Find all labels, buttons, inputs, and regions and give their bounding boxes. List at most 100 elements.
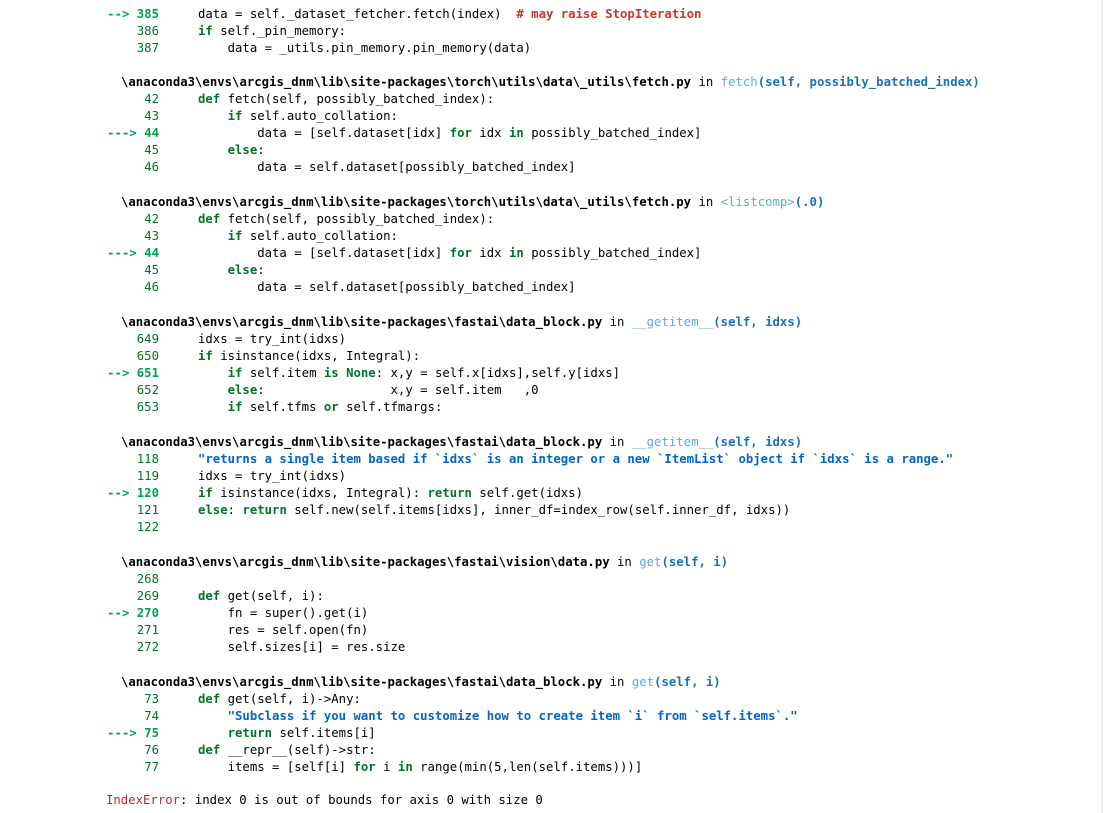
code-token: self.tfms xyxy=(249,400,324,414)
gutter: 271 xyxy=(0,622,159,639)
code-line: ---> 75 return self.items[i] xyxy=(0,725,1100,742)
code-token: def xyxy=(198,92,228,106)
line-number: 43 xyxy=(144,109,159,123)
code-token: if xyxy=(198,486,221,500)
code-token: fetch(self, possibly_batched_index): xyxy=(227,92,495,106)
code-token: "Subclass if you want to customize how t… xyxy=(227,709,798,723)
code-line: 271 res = self.open(fn) xyxy=(0,622,1100,639)
code-line: --> 120 if isinstance(idxs, Integral): re… xyxy=(0,485,1100,502)
line-number: 272 xyxy=(136,640,159,654)
gutter: 76 xyxy=(0,742,159,759)
line-number: 269 xyxy=(136,589,159,603)
code-token: else xyxy=(227,143,258,157)
gutter: 649 xyxy=(0,331,159,348)
gutter: 42 xyxy=(0,91,159,108)
code-token: else xyxy=(227,263,258,277)
code-token: return xyxy=(242,503,295,517)
code-token: else xyxy=(198,503,228,517)
code-token: __repr__(self)->str: xyxy=(227,743,376,757)
code-token: self._pin_memory: xyxy=(220,24,347,38)
code-text: if isinstance(idxs, Integral): xyxy=(198,348,420,365)
code-line: 74 "Subclass if you want to customize ho… xyxy=(0,708,1100,725)
code-token: return xyxy=(427,486,480,500)
gutter: ---> 44 xyxy=(0,125,159,142)
code-line: 43 if self.auto_collation: xyxy=(0,228,1100,245)
line-number: 120 xyxy=(136,486,159,500)
line-number: 77 xyxy=(144,760,159,774)
code-text: data = self.dataset[possibly_batched_ind… xyxy=(198,159,575,176)
line-number: 268 xyxy=(136,572,159,586)
frame-header: \anaconda3\envs\arcgis_dnm\lib\site-pack… xyxy=(121,74,980,91)
code-text: else: return self.new(self.items[idxs], … xyxy=(198,502,790,519)
line-number: 653 xyxy=(136,400,159,414)
code-token: : x,y = self.x[idxs],self.y[idxs] xyxy=(375,366,621,380)
code-token: idxs = try_int(idxs) xyxy=(198,469,347,483)
line-number: 387 xyxy=(136,41,159,55)
line-number: 74 xyxy=(144,709,159,723)
code-token: self.new(self.items[idxs], inner_df=inde… xyxy=(294,503,791,517)
gutter: 74 xyxy=(0,708,159,725)
code-line: 46 data = self.dataset[possibly_batched_… xyxy=(0,279,1100,296)
frame-function-name: __getitem__ xyxy=(631,435,714,449)
code-line: 650 if isinstance(idxs, Integral): xyxy=(0,348,1100,365)
code-text: data = self._dataset_fetcher.fetch(index… xyxy=(198,6,701,23)
line-number: 44 xyxy=(144,126,159,140)
frame-function-name: __getitem__ xyxy=(631,315,714,329)
frame-path: \anaconda3\envs\arcgis_dnm\lib\site-pack… xyxy=(121,555,610,569)
code-text: idxs = try_int(idxs) xyxy=(198,468,346,485)
code-token: isinstance(idxs, Integral): xyxy=(220,486,428,500)
line-number: 649 xyxy=(136,332,159,346)
code-line: 652 else: x,y = self.item ,0 xyxy=(0,382,1100,399)
frame-header: \anaconda3\envs\arcgis_dnm\lib\site-pack… xyxy=(121,554,728,571)
code-line: ---> 44 data = [self.dataset[idx] for id… xyxy=(0,245,1100,262)
code-token: for xyxy=(353,760,384,774)
current-line-arrow: ---> xyxy=(107,246,145,260)
code-token: if xyxy=(198,24,221,38)
code-text: if isinstance(idxs, Integral): return se… xyxy=(198,485,583,502)
code-token: data = [self.dataset[idx] xyxy=(198,246,450,260)
code-text: items = [self[i] for i in range(min(5,le… xyxy=(198,759,643,776)
code-text: data = self.dataset[possibly_batched_ind… xyxy=(198,279,575,296)
error-message: : index 0 is out of bounds for axis 0 wi… xyxy=(180,793,543,807)
code-token: self.items[i] xyxy=(279,726,376,740)
current-line-arrow: ---> xyxy=(107,126,145,140)
gutter: 73 xyxy=(0,691,159,708)
code-line: 268 xyxy=(0,571,1100,588)
code-token: idx xyxy=(479,126,509,140)
code-text: def get(self, i)->Any: xyxy=(198,691,361,708)
code-text: if self._pin_memory: xyxy=(198,23,346,40)
code-text: fn = super().get(i) xyxy=(198,605,369,622)
gutter: 42 xyxy=(0,211,159,228)
frame-path: \anaconda3\envs\arcgis_dnm\lib\site-pack… xyxy=(121,195,692,209)
code-token: def xyxy=(198,692,228,706)
code-token: i xyxy=(383,760,398,774)
code-token: if xyxy=(227,109,250,123)
code-line: --> 270 fn = super().get(i) xyxy=(0,605,1100,622)
current-line-arrow: ---> xyxy=(107,726,145,740)
gutter: 45 xyxy=(0,262,159,279)
code-token: get(self, i): xyxy=(227,589,324,603)
gutter: 43 xyxy=(0,108,159,125)
code-token: fetch(self, possibly_batched_index): xyxy=(227,212,495,226)
code-token: : x,y = self.item ,0 xyxy=(257,383,539,397)
gutter: 46 xyxy=(0,279,159,296)
gutter: 118 xyxy=(0,451,159,468)
frame-header: \anaconda3\envs\arcgis_dnm\lib\site-pack… xyxy=(121,314,802,331)
frame-header: \anaconda3\envs\arcgis_dnm\lib\site-pack… xyxy=(121,674,721,691)
line-number: 46 xyxy=(144,280,159,294)
gutter: 121 xyxy=(0,502,159,519)
line-number: 42 xyxy=(144,212,159,226)
code-text: def get(self, i): xyxy=(198,588,324,605)
frame-path: \anaconda3\envs\arcgis_dnm\lib\site-pack… xyxy=(121,315,603,329)
code-token: data = [self.dataset[idx] xyxy=(198,126,450,140)
code-line: 387 data = _utils.pin_memory.pin_memory(… xyxy=(0,40,1100,57)
code-text: "Subclass if you want to customize how t… xyxy=(198,708,798,725)
code-line: 122 xyxy=(0,519,1100,536)
code-text: if self.auto_collation: xyxy=(198,228,398,245)
code-token: self.auto_collation: xyxy=(249,229,398,243)
code-text: else: xyxy=(198,262,265,279)
line-number: 45 xyxy=(144,263,159,277)
